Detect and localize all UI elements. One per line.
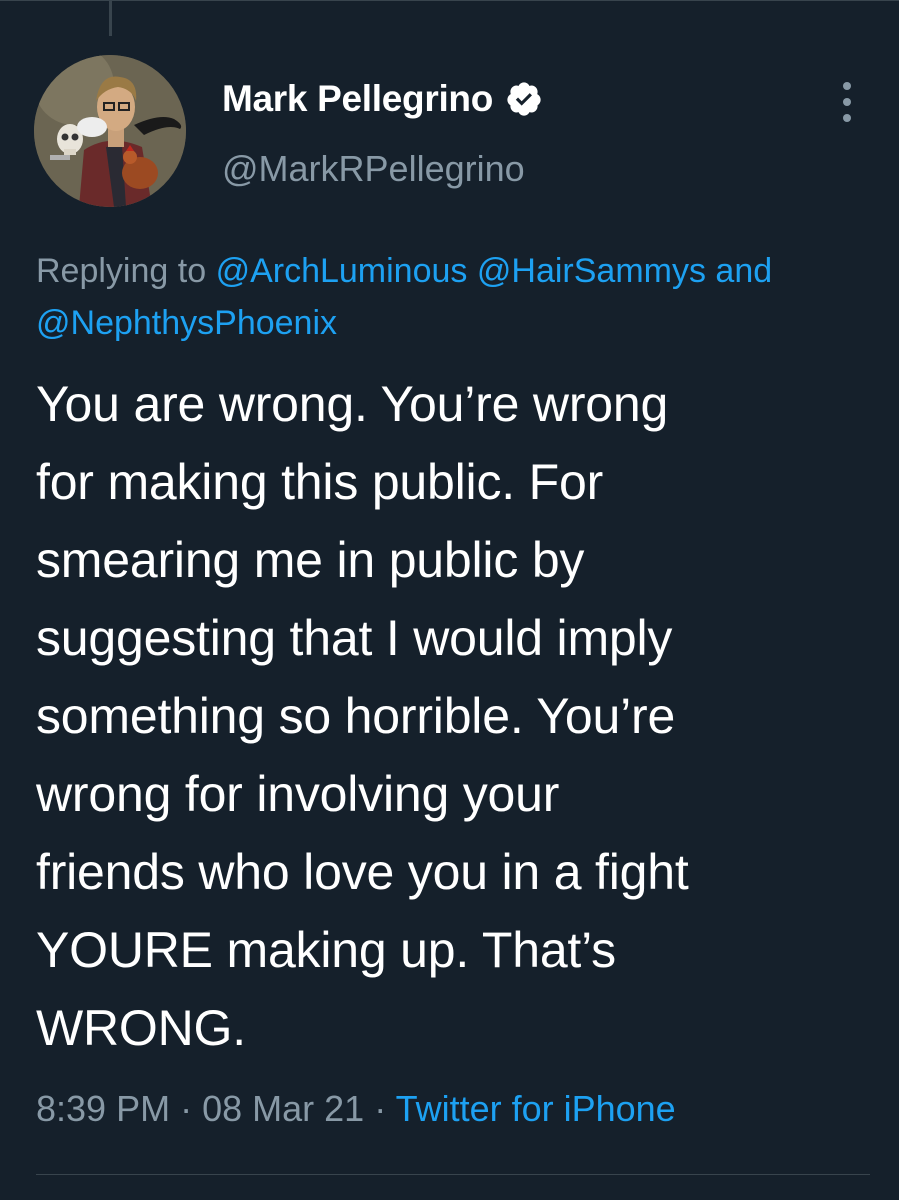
avatar[interactable] — [34, 55, 186, 207]
tweet-text-line: wrong for involving your — [36, 766, 560, 822]
tweet-text: You are wrong. You’re wrong for making t… — [36, 365, 886, 1067]
replying-to: Replying to @ArchLuminous @HairSammys an… — [36, 245, 876, 349]
more-options-icon[interactable] — [834, 82, 860, 122]
tweet-source-link[interactable]: Twitter for iPhone — [396, 1088, 676, 1129]
tweet-text-line: something so horrible. You’re — [36, 688, 676, 744]
more-dot — [843, 114, 851, 122]
tweet-text-line: for making this public. For — [36, 454, 604, 510]
bottom-divider — [36, 1174, 870, 1175]
tweet-date[interactable]: 08 Mar 21 — [202, 1088, 364, 1129]
reply-mention-link[interactable]: @HairSammys — [477, 252, 706, 290]
author-handle[interactable]: @MarkRPellegrino — [222, 148, 525, 190]
verified-badge-icon — [507, 82, 541, 116]
thread-connector-line — [109, 0, 112, 36]
tweet-text-line: You are wrong. You’re wrong — [36, 376, 669, 432]
replying-prefix: Replying to — [36, 252, 207, 290]
reply-mention-link[interactable]: @NephthysPhoenix — [36, 304, 337, 342]
tweet-text-line: friends who love you in a fight — [36, 844, 689, 900]
tweet-text-line: suggesting that I would imply — [36, 610, 673, 666]
tweet-text-line: WRONG. — [36, 1000, 246, 1056]
avatar-illustration-icon — [34, 55, 186, 207]
author-name-row: Mark Pellegrino — [222, 78, 543, 120]
author-display-name[interactable]: Mark Pellegrino — [222, 78, 493, 120]
meta-separator: · — [374, 1088, 387, 1129]
tweet-text-line: YOURE making up. That’s — [36, 922, 616, 978]
more-dot — [843, 98, 851, 106]
tweet-metadata: 8:39 PM · 08 Mar 21 · Twitter for iPhone — [36, 1088, 676, 1130]
tweet-text-line: smearing me in public by — [36, 532, 585, 588]
meta-separator: · — [180, 1088, 193, 1129]
tweet-time[interactable]: 8:39 PM — [36, 1088, 170, 1129]
top-divider — [0, 0, 899, 1]
reply-mention-link[interactable]: @ArchLuminous — [216, 252, 468, 290]
reply-mention-and[interactable]: and — [715, 252, 772, 290]
more-dot — [843, 82, 851, 90]
